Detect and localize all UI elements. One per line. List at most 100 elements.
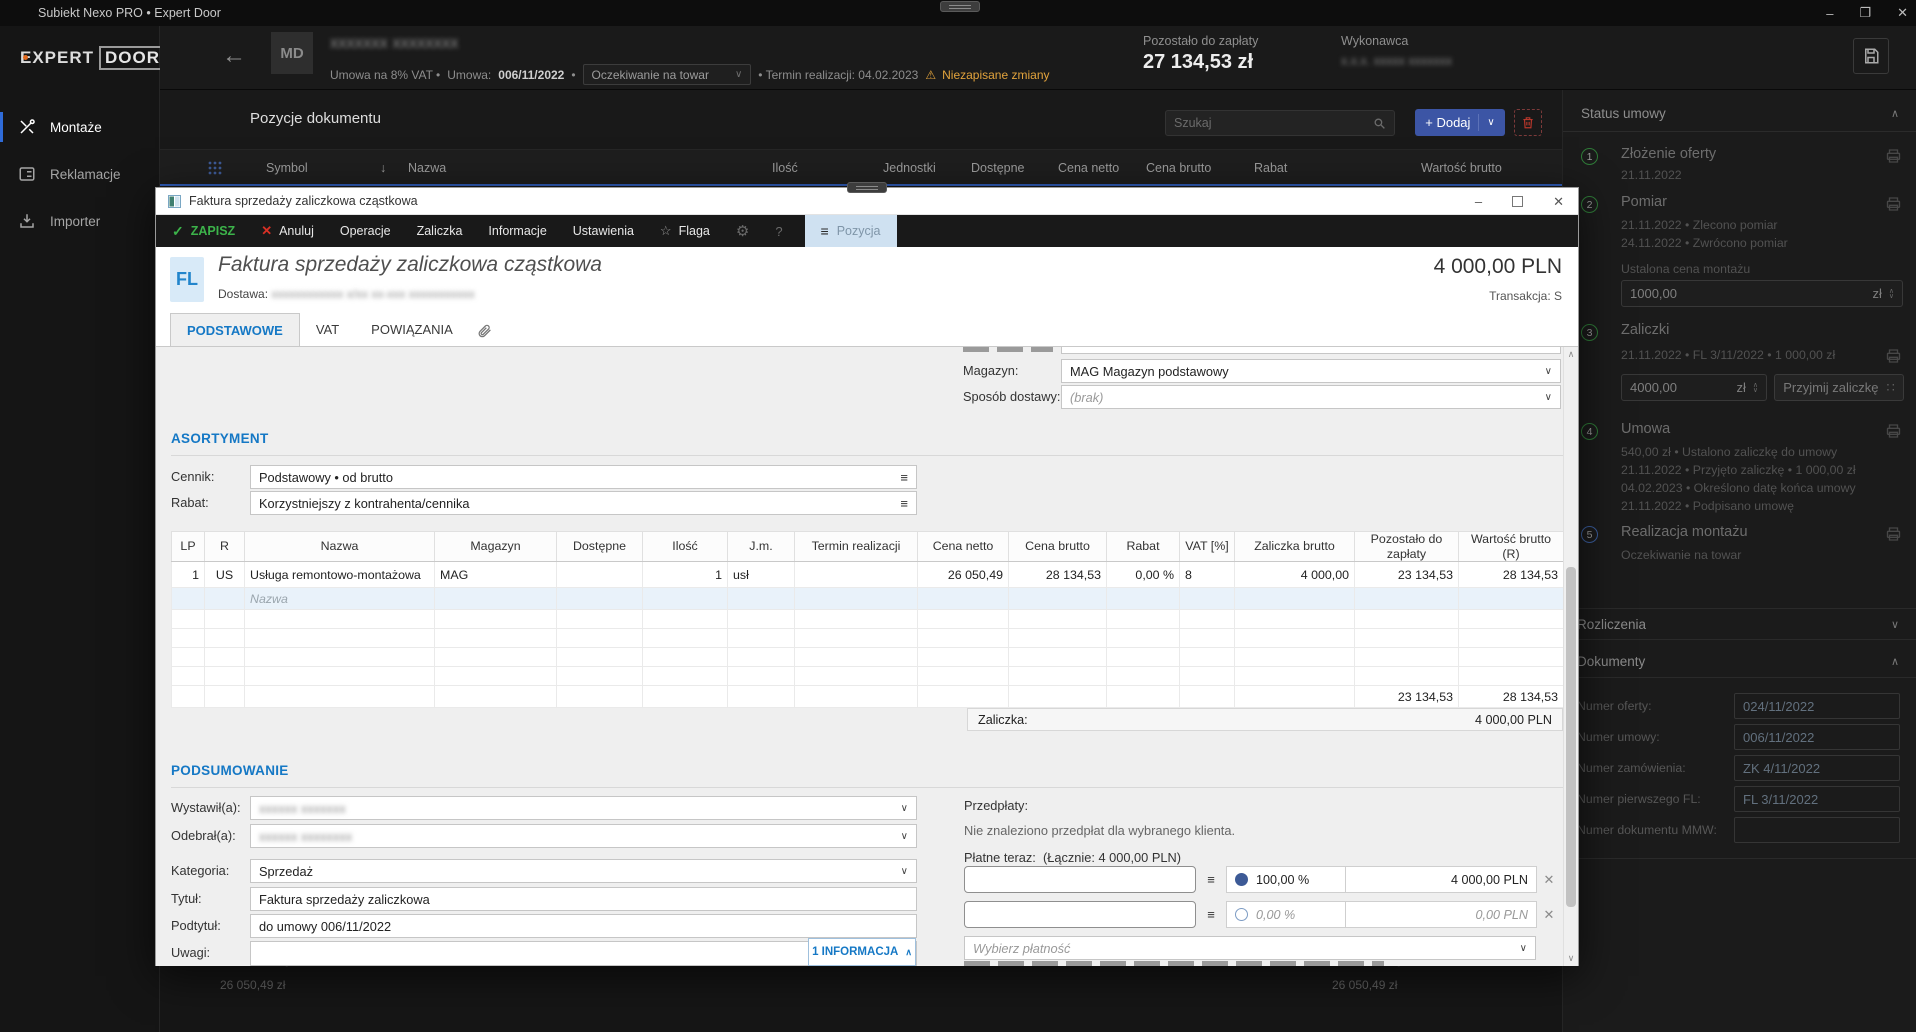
- payment-amount[interactable]: 0,00 PLN: [1346, 901, 1537, 928]
- tytul-input[interactable]: Faktura sprzedaży zaliczkowa: [250, 887, 917, 911]
- screen-drag-handle[interactable]: [940, 1, 980, 12]
- document-number-value[interactable]: ZK 4/11/2022: [1734, 755, 1900, 781]
- menu-bars-icon[interactable]: ≡: [1196, 901, 1226, 928]
- item-cell[interactable]: 26 050,49: [917, 561, 1009, 588]
- search-input[interactable]: Szukaj: [1165, 110, 1395, 136]
- modal-maximize-button[interactable]: [1512, 196, 1524, 207]
- menu-bars-icon[interactable]: ≡: [900, 470, 908, 485]
- scroll-up-icon[interactable]: ∧: [1564, 347, 1578, 362]
- placeholder-nazwa-cell[interactable]: Nazwa: [244, 587, 435, 610]
- item-cell[interactable]: usł: [727, 561, 795, 588]
- items-column-header[interactable]: Termin realizacji: [794, 531, 918, 562]
- items-column-header[interactable]: Ilość: [642, 531, 728, 562]
- anuluj-button[interactable]: ✕ Anuluj: [261, 223, 314, 239]
- column-dostepne[interactable]: Dostępne: [971, 161, 1025, 175]
- paperclip-icon[interactable]: [477, 322, 492, 339]
- help-button[interactable]: ?: [775, 224, 782, 239]
- sidebar-item-montaze[interactable]: Montaże: [0, 110, 160, 144]
- back-arrow-icon[interactable]: ←: [222, 44, 246, 68]
- items-column-header[interactable]: LP: [171, 531, 205, 562]
- status-panel-header[interactable]: Status umowy ∧: [1563, 96, 1916, 132]
- podtytul-input[interactable]: do umowy 006/11/2022: [250, 914, 917, 938]
- items-column-header[interactable]: Nazwa: [244, 531, 435, 562]
- column-cena-netto[interactable]: Cena netto: [1058, 161, 1119, 175]
- payment-amount[interactable]: 4 000,00 PLN: [1346, 866, 1537, 893]
- rabat-field[interactable]: Korzystniejszy z kontrahenta/cennika ≡: [250, 491, 917, 515]
- zaliczka-amount-input[interactable]: 4000,00 zł ∧ ∨: [1621, 374, 1767, 401]
- scrollbar-thumb[interactable]: [1566, 567, 1576, 907]
- operacje-menu[interactable]: Operacje: [340, 224, 391, 238]
- chevron-up-icon[interactable]: ∧: [1891, 655, 1899, 668]
- menu-bars-icon[interactable]: ≡: [1196, 866, 1226, 893]
- kategoria-select[interactable]: Sprzedaż ∨: [250, 859, 917, 883]
- delete-button[interactable]: [1514, 109, 1542, 136]
- items-column-header[interactable]: Pozostało do zapłaty: [1354, 531, 1459, 562]
- items-column-header[interactable]: J.m.: [727, 531, 795, 562]
- payment-input[interactable]: [964, 866, 1196, 893]
- item-cell[interactable]: 8: [1179, 561, 1235, 588]
- sidebar-item-reklamacje[interactable]: Reklamacje: [0, 157, 160, 191]
- column-nazwa[interactable]: Nazwa: [408, 161, 446, 175]
- document-number-value[interactable]: 024/11/2022: [1734, 693, 1900, 719]
- items-column-header[interactable]: Dostępne: [556, 531, 643, 562]
- tab-podstawowe[interactable]: PODSTAWOWE: [170, 313, 300, 346]
- items-column-header[interactable]: Cena brutto: [1008, 531, 1107, 562]
- payment-input[interactable]: [964, 901, 1196, 928]
- document-number-value[interactable]: [1734, 817, 1900, 843]
- printer-icon[interactable]: [1885, 423, 1902, 439]
- przyjmij-zaliczke-button[interactable]: Przyjmij zaliczkę ∷: [1774, 374, 1904, 401]
- payment-percent[interactable]: 0,00 %: [1226, 901, 1346, 928]
- tab-vat[interactable]: VAT: [300, 313, 355, 346]
- column-rabat[interactable]: Rabat: [1254, 161, 1287, 175]
- magazyn-select[interactable]: MAG Magazyn podstawowy ∨: [1061, 359, 1561, 383]
- menu-bars-icon[interactable]: ≡: [900, 496, 908, 511]
- column-cena-brutto[interactable]: Cena brutto: [1146, 161, 1211, 175]
- items-column-header[interactable]: Magazyn: [434, 531, 557, 562]
- pozycja-button[interactable]: ≡ Pozycja: [804, 215, 897, 247]
- item-cell[interactable]: 0,00 %: [1106, 561, 1180, 588]
- modal-minimize-button[interactable]: –: [1475, 194, 1482, 209]
- cennik-field[interactable]: Podstawowy • od brutto ≡: [250, 465, 917, 489]
- informacje-menu[interactable]: Informacje: [488, 224, 546, 238]
- item-cell[interactable]: MAG: [434, 561, 557, 588]
- flaga-button[interactable]: ☆ Flaga: [660, 223, 710, 239]
- item-row[interactable]: 1 US Usługa remontowo-montażowa MAG 1 usł 26 0…: [171, 561, 1564, 588]
- tab-powiazania[interactable]: POWIĄZANIA: [355, 313, 469, 346]
- column-wartosc-brutto[interactable]: Wartość brutto: [1421, 161, 1502, 175]
- items-column-header[interactable]: Zaliczka brutto: [1234, 531, 1355, 562]
- items-column-header[interactable]: R: [204, 531, 245, 562]
- zaliczka-menu[interactable]: Zaliczka: [417, 224, 463, 238]
- informacja-button[interactable]: 1 INFORMACJA ∧: [808, 938, 916, 966]
- save-document-button[interactable]: [1853, 38, 1889, 74]
- printer-icon[interactable]: [1885, 196, 1902, 212]
- payment-method-select[interactable]: Wybierz płatność ∨: [964, 936, 1536, 960]
- printer-icon[interactable]: [1885, 526, 1902, 542]
- document-number-value[interactable]: 006/11/2022: [1734, 724, 1900, 750]
- add-button[interactable]: + Dodaj ∨: [1415, 109, 1505, 136]
- item-cell[interactable]: 1: [171, 561, 205, 588]
- chevron-down-icon[interactable]: ∨: [1891, 618, 1899, 631]
- item-cell[interactable]: [556, 561, 643, 588]
- items-column-header[interactable]: Wartość brutto (R): [1458, 531, 1564, 562]
- item-cell[interactable]: Usługa remontowo-montażowa: [244, 561, 435, 588]
- modal-close-button[interactable]: ✕: [1553, 194, 1564, 210]
- radio-selected-icon[interactable]: [1235, 873, 1248, 886]
- modal-scrollbar[interactable]: ∧ ∨: [1563, 347, 1577, 966]
- remove-payment-icon[interactable]: ✕: [1537, 866, 1561, 893]
- items-column-header[interactable]: VAT [%]: [1179, 531, 1235, 562]
- odebral-select[interactable]: xxxxxx xxxxxxxx ∨: [250, 824, 917, 848]
- item-cell[interactable]: [794, 561, 918, 588]
- radio-unselected-icon[interactable]: [1235, 908, 1248, 921]
- column-jednostki[interactable]: Jednostki: [883, 161, 936, 175]
- item-cell[interactable]: 1: [642, 561, 728, 588]
- payment-percent[interactable]: 100,00 %: [1226, 866, 1346, 893]
- modal-drag-handle[interactable]: [847, 182, 887, 193]
- maximize-button[interactable]: ❐: [1859, 5, 1871, 21]
- stepper-icon[interactable]: ∧ ∨: [1753, 382, 1758, 394]
- sposob-dostawy-select[interactable]: (brak) ∨: [1061, 385, 1561, 409]
- settings-gear-button[interactable]: ⚙: [736, 222, 749, 240]
- item-cell[interactable]: 28 134,53: [1008, 561, 1107, 588]
- items-column-header[interactable]: Cena netto: [917, 531, 1009, 562]
- item-cell[interactable]: US: [204, 561, 245, 588]
- minimize-button[interactable]: –: [1826, 6, 1833, 21]
